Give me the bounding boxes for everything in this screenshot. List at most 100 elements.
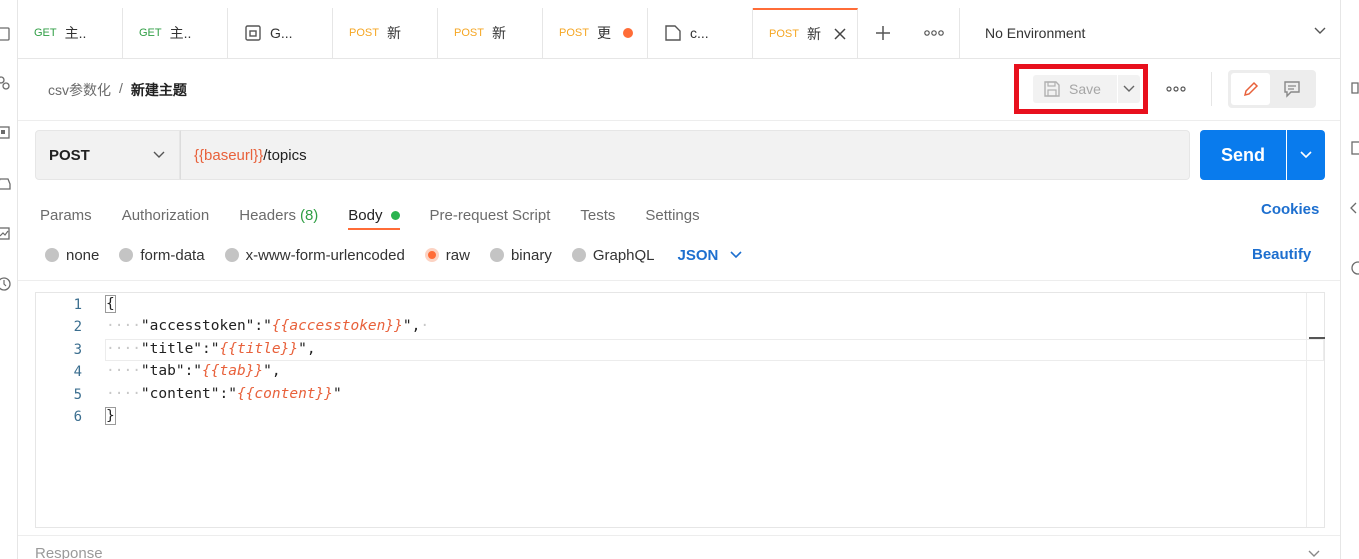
- tab-headers[interactable]: Headers (8): [239, 201, 318, 229]
- code-line: ····"accesstoken":"{{accesstoken}}",·: [106, 318, 430, 334]
- code-icon[interactable]: [1350, 200, 1359, 216]
- url-input[interactable]: {{baseurl}}/topics: [180, 130, 1190, 180]
- mock-servers-icon[interactable]: [0, 176, 12, 192]
- radio-circle: [424, 248, 439, 262]
- tab-label: Headers: [239, 206, 296, 224]
- radio-circle: [119, 248, 134, 262]
- line-number-gutter: 1 2 3 4 5 6: [36, 293, 104, 527]
- documentation-mode-button[interactable]: [1272, 73, 1312, 105]
- radio-label: raw: [445, 246, 470, 264]
- json-comma: ,: [306, 341, 316, 357]
- close-icon[interactable]: [833, 27, 847, 41]
- info-icon[interactable]: [1350, 260, 1359, 276]
- comments-icon[interactable]: [1350, 140, 1359, 156]
- tab-name: 主..: [169, 25, 192, 41]
- radio-label: binary: [510, 246, 552, 264]
- plus-icon: [876, 26, 890, 40]
- tab-pre-request-script[interactable]: Pre-request Script: [430, 201, 551, 229]
- beautify-button[interactable]: Beautify: [1252, 246, 1311, 263]
- request-tab-active[interactable]: POST 新: [753, 8, 858, 58]
- body-set-indicator: [390, 210, 400, 220]
- body-type-form-data[interactable]: form-data: [119, 245, 205, 265]
- tab-label: Body: [348, 206, 383, 224]
- chevron-down-icon: [1123, 85, 1135, 92]
- divider: [18, 120, 1340, 121]
- json-variable: {{title}}: [219, 341, 299, 357]
- line-number: 6: [73, 409, 82, 425]
- json-variable: {{accesstoken}}: [271, 318, 403, 334]
- tab-settings[interactable]: Settings: [645, 201, 699, 229]
- chevron-down-icon[interactable]: [1308, 550, 1320, 558]
- tab-name: 新: [806, 26, 821, 42]
- tab-method: GET: [34, 27, 57, 39]
- edit-mode-button[interactable]: [1231, 73, 1270, 105]
- pencil-icon: [1243, 81, 1258, 97]
- tab-authorization[interactable]: Authorization: [122, 201, 210, 229]
- tab-tests[interactable]: Tests: [580, 201, 615, 229]
- request-tab[interactable]: POST 更: [543, 8, 648, 58]
- open-brace: {: [105, 295, 116, 313]
- environments-icon[interactable]: [0, 125, 12, 141]
- request-tab[interactable]: GET 主..: [18, 8, 123, 58]
- tab-name: c...: [690, 25, 709, 41]
- history-icon[interactable]: [0, 276, 12, 292]
- editor-scrollbar[interactable]: [1306, 293, 1325, 527]
- json-key: "accesstoken": [140, 318, 255, 334]
- line-number: 2: [73, 319, 82, 335]
- monitors-icon[interactable]: [0, 226, 12, 242]
- request-tab[interactable]: GET 主..: [123, 8, 228, 58]
- save-options-button[interactable]: [1118, 75, 1140, 103]
- body-code-editor[interactable]: 1 2 3 4 5 6 { ····"accesstoken":"{{acces…: [35, 292, 1325, 528]
- request-tab[interactable]: POST 新: [333, 8, 438, 58]
- code-line: ····"tab":"{{tab}}",: [106, 363, 281, 379]
- tab-method: POST: [349, 27, 379, 39]
- request-tab[interactable]: G...: [228, 8, 333, 58]
- body-type-urlencoded[interactable]: x-www-form-urlencoded: [224, 245, 405, 265]
- tab-label: Tests: [580, 206, 616, 224]
- request-name[interactable]: 新建主题: [131, 80, 187, 100]
- body-type-binary[interactable]: binary: [489, 245, 552, 265]
- breadcrumb-collection[interactable]: csv参数化: [48, 80, 111, 100]
- radio-circle: [489, 248, 504, 262]
- tab-params[interactable]: Params: [40, 201, 92, 229]
- unsaved-changes-dot: [622, 28, 633, 38]
- tab-name: G...: [270, 25, 293, 41]
- code-line: ····"title":"{{title}}",: [106, 341, 316, 357]
- divider: [18, 280, 1340, 281]
- request-tab[interactable]: c...: [648, 8, 753, 58]
- radio-label: GraphQL: [592, 246, 655, 264]
- environment-label: No Environment: [985, 25, 1086, 41]
- body-type-none[interactable]: none: [45, 245, 99, 265]
- save-icon: [1044, 81, 1060, 97]
- code-line: }: [105, 407, 116, 425]
- send-label: Send: [1220, 144, 1265, 165]
- tab-body[interactable]: Body: [348, 201, 400, 230]
- cookies-link[interactable]: Cookies: [1261, 201, 1319, 219]
- send-button[interactable]: Send: [1200, 130, 1286, 180]
- raw-format-select[interactable]: JSON: [678, 247, 743, 264]
- environment-selector[interactable]: No Environment: [960, 8, 1340, 58]
- chevron-down-icon: [1314, 27, 1326, 34]
- tab-name: 新: [386, 25, 401, 41]
- apis-icon[interactable]: [0, 75, 12, 91]
- chevron-down-icon: [1300, 151, 1312, 159]
- body-type-graphql[interactable]: GraphQL: [571, 245, 655, 265]
- request-tab[interactable]: POST 新: [438, 8, 543, 58]
- tab-label: Pre-request Script: [429, 206, 551, 224]
- send-options-button[interactable]: [1287, 130, 1325, 180]
- tab-label: Settings: [645, 206, 700, 224]
- headers-count: (8): [299, 206, 319, 224]
- tab-options-button[interactable]: [908, 8, 960, 58]
- response-pane-header[interactable]: Response: [35, 545, 103, 559]
- new-tab-button[interactable]: [858, 8, 908, 58]
- collections-icon[interactable]: [0, 26, 12, 42]
- body-type-raw[interactable]: raw: [424, 245, 470, 265]
- documentation-icon[interactable]: [1350, 80, 1359, 96]
- code-line: ····"content":"{{content}}": [106, 386, 342, 402]
- json-comma: ,: [411, 318, 421, 334]
- radio-circle: [45, 248, 59, 262]
- save-button[interactable]: Save: [1033, 75, 1117, 103]
- radio-label: form-data: [140, 246, 205, 264]
- http-method-select[interactable]: POST: [35, 130, 180, 180]
- request-more-button[interactable]: [1164, 80, 1188, 98]
